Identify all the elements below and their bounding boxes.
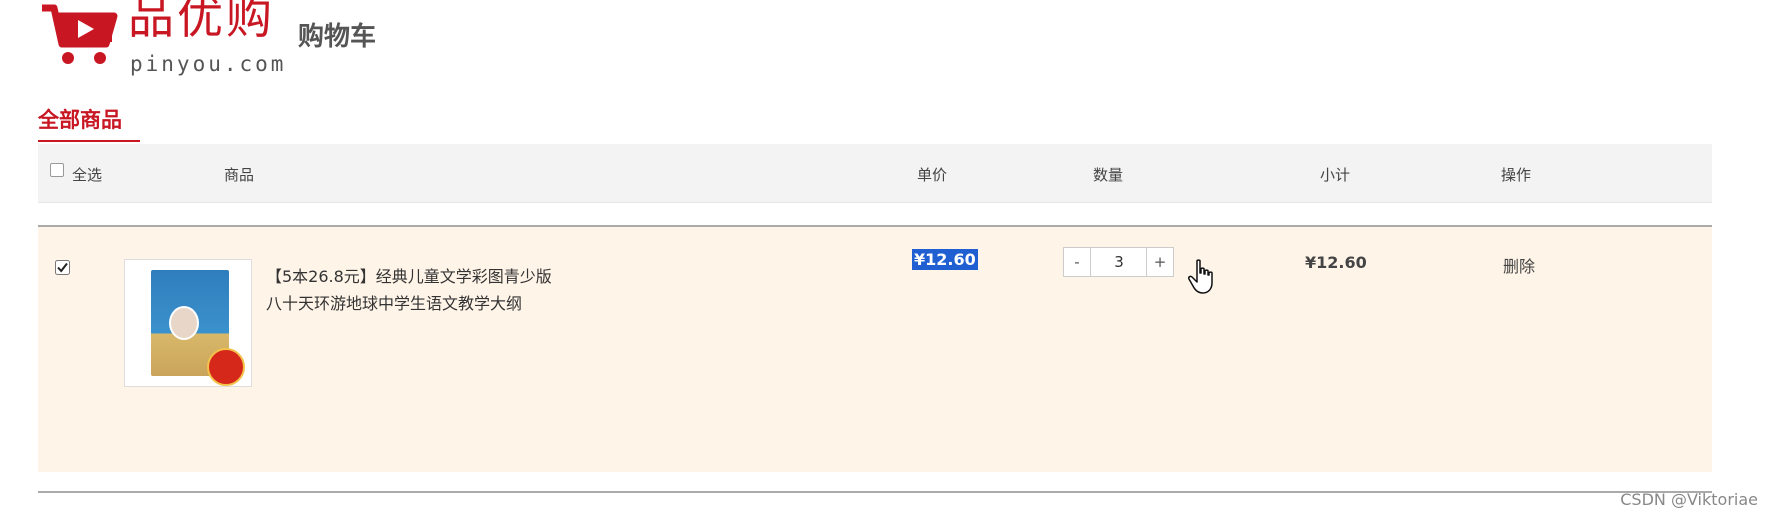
book-seal: [207, 348, 245, 386]
page-title: 购物车: [298, 22, 377, 52]
logo-subtitle: pinyou.com: [130, 52, 287, 76]
product-image[interactable]: [124, 259, 252, 387]
column-price: 单价: [917, 166, 948, 184]
quantity-stepper: - 3 +: [1063, 247, 1174, 277]
column-quantity: 数量: [1093, 166, 1124, 184]
header: 品优购 pinyou.com 购物车: [0, 0, 1776, 95]
tab-all-goods[interactable]: 全部商品: [38, 104, 140, 142]
book-illustration: [169, 306, 199, 340]
select-all-checkbox[interactable]: [50, 163, 64, 177]
hand-pointer-cursor-icon: [1188, 259, 1213, 294]
quantity-input[interactable]: 3: [1090, 248, 1148, 276]
product-name[interactable]: 【5本26.8元】经典儿童文学彩图青少版八十天环游地球中学生语文教学大纲: [266, 263, 556, 317]
decrement-button[interactable]: -: [1064, 248, 1091, 276]
item-checkbox[interactable]: [55, 260, 70, 275]
column-goods: 商品: [224, 166, 255, 184]
cart-table-header: 全选 商品 单价 数量 小计 操作: [38, 144, 1712, 203]
item-subtotal: ¥12.60: [1305, 253, 1367, 272]
cart-bottom-divider: [38, 491, 1712, 493]
select-all-label: 全选: [72, 166, 103, 184]
logo-title: 品优购: [128, 0, 275, 44]
unit-price: ¥12.60: [912, 249, 978, 270]
column-subtotal: 小计: [1320, 166, 1351, 184]
increment-button[interactable]: +: [1146, 248, 1173, 276]
delete-link[interactable]: 删除: [1503, 253, 1535, 277]
cart-item-row: 【5本26.8元】经典儿童文学彩图青少版八十天环游地球中学生语文教学大纲 ¥12…: [38, 225, 1712, 472]
column-action: 操作: [1501, 166, 1532, 184]
book-cover: [151, 270, 245, 386]
shopping-cart-logo-icon: [42, 4, 118, 64]
watermark: CSDN @Viktoriae: [1620, 490, 1758, 509]
